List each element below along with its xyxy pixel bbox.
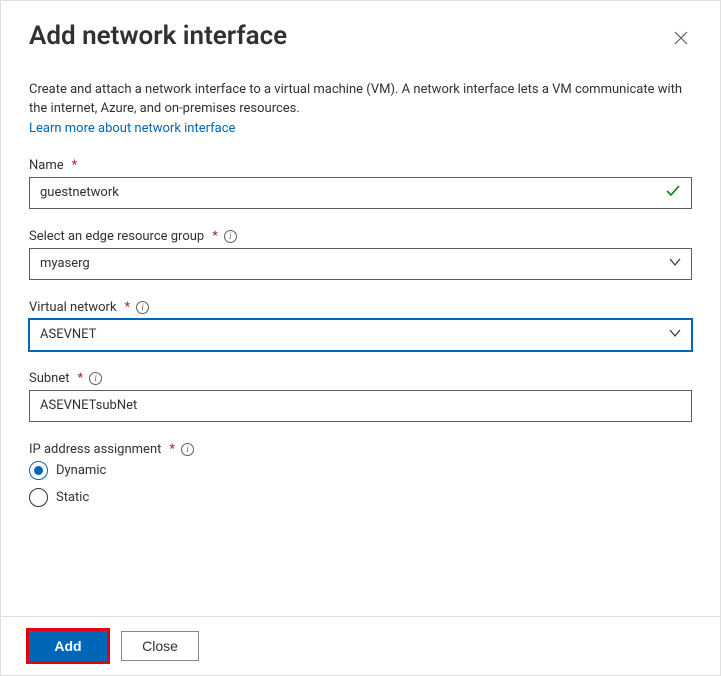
dialog-description: Create and attach a network interface to… xyxy=(29,81,692,119)
required-asterisk: * xyxy=(72,158,78,173)
close-button[interactable]: Close xyxy=(121,631,199,661)
name-value: guestnetwork xyxy=(40,185,665,200)
required-asterisk: * xyxy=(125,300,131,315)
field-virtual-network: Virtual network * i ASEVNET xyxy=(29,300,692,351)
info-icon[interactable]: i xyxy=(181,443,194,456)
radio-icon xyxy=(29,461,48,480)
name-input[interactable]: guestnetwork xyxy=(29,177,692,209)
radio-dynamic[interactable]: Dynamic xyxy=(29,461,692,480)
check-icon xyxy=(665,183,681,203)
rg-select[interactable]: myaserg xyxy=(29,248,692,280)
chevron-down-icon xyxy=(669,327,681,343)
subnet-input[interactable]: ASEVNETsubNet xyxy=(29,390,692,422)
dialog-body: Create and attach a network interface to… xyxy=(1,61,720,507)
required-asterisk: * xyxy=(169,442,175,457)
name-label: Name xyxy=(29,158,64,173)
close-icon[interactable] xyxy=(670,27,692,53)
info-icon[interactable]: i xyxy=(136,301,149,314)
info-icon[interactable]: i xyxy=(89,372,102,385)
radio-static-label: Static xyxy=(56,490,89,505)
vnet-label: Virtual network xyxy=(29,300,117,315)
info-icon[interactable]: i xyxy=(224,230,237,243)
rg-value: myaserg xyxy=(40,256,669,271)
required-asterisk: * xyxy=(78,371,84,386)
field-name: Name * guestnetwork xyxy=(29,158,692,209)
radio-icon xyxy=(29,488,48,507)
radio-static[interactable]: Static xyxy=(29,488,692,507)
rg-label: Select an edge resource group xyxy=(29,229,204,244)
chevron-down-icon xyxy=(669,256,681,272)
add-button[interactable]: Add xyxy=(29,631,107,661)
radio-dynamic-label: Dynamic xyxy=(56,463,106,478)
field-resource-group: Select an edge resource group * i myaser… xyxy=(29,229,692,280)
field-subnet: Subnet * i ASEVNETsubNet xyxy=(29,371,692,422)
vnet-value: ASEVNET xyxy=(40,327,669,342)
ip-label: IP address assignment xyxy=(29,442,161,457)
subnet-label: Subnet xyxy=(29,371,70,386)
dialog-footer: Add Close xyxy=(1,616,720,675)
field-ip-assignment: IP address assignment * i Dynamic Static xyxy=(29,442,692,507)
learn-more-link[interactable]: Learn more about network interface xyxy=(29,121,235,136)
subnet-value: ASEVNETsubNet xyxy=(40,398,681,413)
required-asterisk: * xyxy=(212,229,218,244)
vnet-select[interactable]: ASEVNET xyxy=(29,319,692,351)
dialog-title: Add network interface xyxy=(29,21,287,51)
